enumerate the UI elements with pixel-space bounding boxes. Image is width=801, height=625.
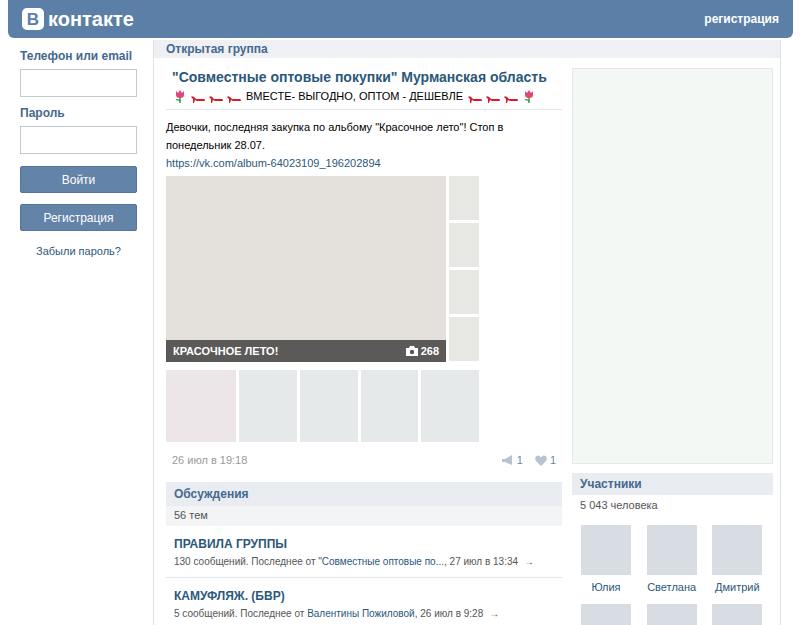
camera-icon <box>406 346 418 356</box>
topic-meta: 130 сообщений. Последнее от "Совместные … <box>174 555 562 569</box>
shoe-icon <box>208 88 224 104</box>
page: Вконтакте регистрация Телефон или email Пар… <box>0 0 801 625</box>
group-status: ВМЕСТЕ- ВЫГОДНО, ОПТОМ - ДЕШЕВЛЕ <box>166 88 562 104</box>
shoe-icon <box>485 88 501 104</box>
discussions-header[interactable]: Обсуждения <box>166 482 562 506</box>
post-text: Девочки, последняя закупка по альбому "К… <box>166 118 562 154</box>
discussions: Обсуждения56 тем ПРАВИЛА ГРУППЫ 130 сообще… <box>166 482 562 625</box>
album-thumb[interactable] <box>239 370 297 442</box>
megaphone-icon <box>502 455 514 466</box>
topic-row[interactable]: КАМУФЛЯЖ. (БВР) 5 сообщений. Последнее от… <box>166 578 562 625</box>
group-title: "Совместные оптовые покупки" Мурманская … <box>166 68 562 86</box>
forgot-password-link[interactable]: Забыли пароль? <box>20 243 137 260</box>
members-header[interactable]: Участники <box>572 473 773 495</box>
tulip-icon <box>521 88 537 104</box>
main: Открытая группа "Совместные оптовые покуп… <box>153 40 781 625</box>
shoe-icon <box>467 88 483 104</box>
album-side-thumb[interactable] <box>449 270 479 314</box>
login-button[interactable]: Войти <box>20 166 137 193</box>
members-count: 5 043 человека <box>572 495 773 515</box>
member-avatar[interactable] <box>647 525 697 575</box>
member[interactable]: Юлия <box>581 525 631 594</box>
shoe-icon <box>503 88 519 104</box>
topic-meta: 5 сообщений. Последнее от Валентины Пожи… <box>174 607 562 621</box>
member-avatar[interactable] <box>581 525 631 575</box>
members: Участники5 043 человека Юлия Светлана Дмитр… <box>572 473 773 625</box>
right-column: Участники5 043 человека Юлия Светлана Дмитр… <box>572 68 773 625</box>
top-bar: Вконтакте регистрация <box>8 0 793 38</box>
album-caption: КРАСОЧНОЕ ЛЕТО!268 <box>166 340 446 362</box>
member-name[interactable]: Дмитрий <box>715 580 760 594</box>
phone-label: Телефон или email <box>20 48 153 64</box>
password-label: Пароль <box>20 105 153 121</box>
album-side-thumb[interactable] <box>449 317 479 361</box>
post-date[interactable]: 26 июл в 19:18 <box>172 452 247 469</box>
member-avatar[interactable] <box>712 525 762 575</box>
album-thumb[interactable] <box>300 370 358 442</box>
post-footer: 26 июл в 19:18 11 <box>166 452 562 469</box>
login-sidebar: Телефон или email Пароль Войти Регистрация З… <box>8 38 153 625</box>
left-column: "Совместные оптовые покупки" Мурманская … <box>166 68 562 625</box>
register-link[interactable]: регистрация <box>704 10 779 28</box>
member[interactable]: Светлана <box>647 525 697 594</box>
logo[interactable]: Вконтакте <box>22 8 134 30</box>
shoe-icon <box>190 88 206 104</box>
register-button[interactable]: Регистрация <box>20 204 137 231</box>
member-avatar[interactable] <box>712 604 762 625</box>
member[interactable]: Дмитрий <box>712 525 762 594</box>
tulip-icon <box>172 88 188 104</box>
shoe-icon <box>226 88 242 104</box>
album-cover[interactable]: КРАСОЧНОЕ ЛЕТО!268 <box>166 176 446 362</box>
member-name[interactable]: Светлана <box>647 580 696 594</box>
password-input[interactable] <box>20 126 137 154</box>
body: Телефон или email Пароль Войти Регистрация З… <box>0 38 801 625</box>
album-side-thumb[interactable] <box>449 176 479 220</box>
album-thumb[interactable] <box>421 370 479 442</box>
album-thumb[interactable] <box>166 370 236 442</box>
share-button[interactable]: 1 <box>502 452 523 469</box>
album-thumb[interactable] <box>361 370 419 442</box>
member-avatar[interactable] <box>581 604 631 625</box>
phone-input[interactable] <box>20 69 137 97</box>
like-button[interactable]: 1 <box>535 452 556 469</box>
album-side-thumb[interactable] <box>449 223 479 267</box>
topic-row[interactable]: ПРАВИЛА ГРУППЫ 130 сообщений. Последнее о… <box>166 526 562 578</box>
group-banner[interactable] <box>572 68 773 464</box>
discussions-count: 56 тем <box>166 506 562 526</box>
heart-icon <box>535 455 547 466</box>
topic-title[interactable]: ПРАВИЛА ГРУППЫ <box>174 536 562 552</box>
member-name[interactable]: Юлия <box>591 580 620 594</box>
album: КРАСОЧНОЕ ЛЕТО!268 <box>166 176 562 362</box>
topic-title[interactable]: КАМУФЛЯЖ. (БВР) <box>174 588 562 604</box>
member-avatar[interactable] <box>647 604 697 625</box>
post-link[interactable]: https://vk.com/album-64023109_196202894 <box>166 154 562 172</box>
page-header: Открытая группа <box>154 40 780 58</box>
